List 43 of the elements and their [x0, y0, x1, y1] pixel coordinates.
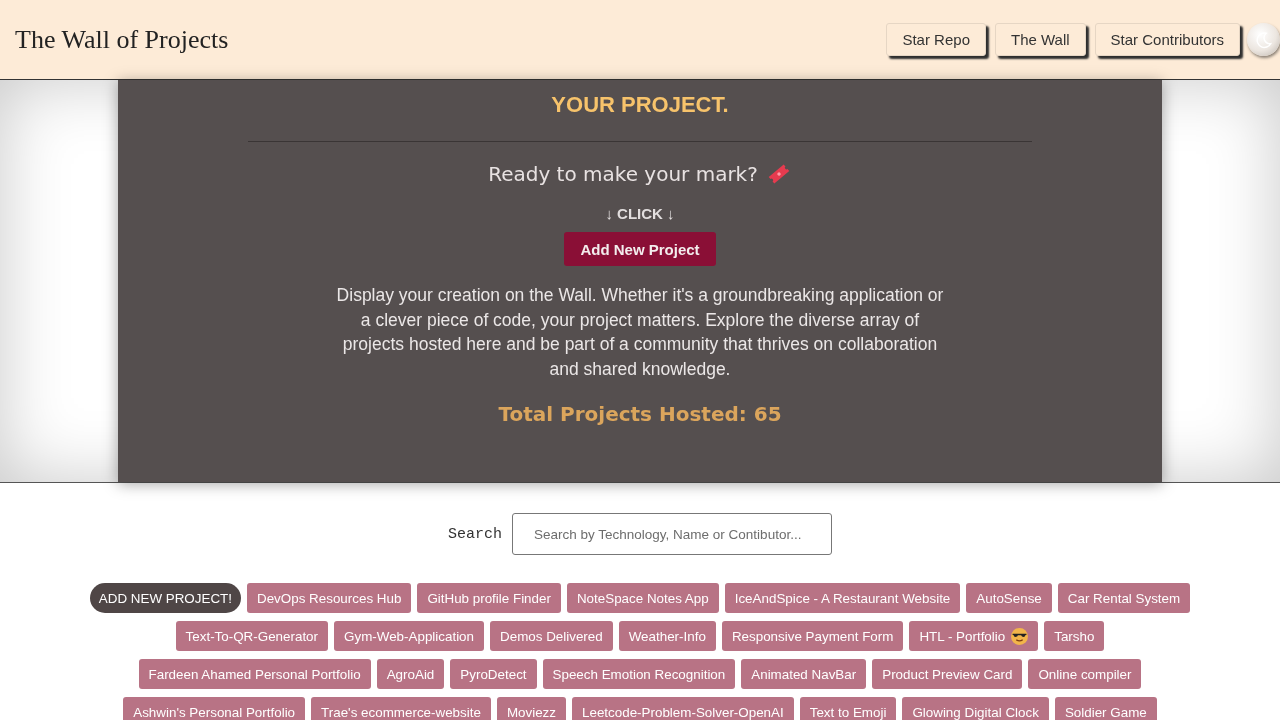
project-tag[interactable]: Leetcode-Problem-Solver-OpenAI — [572, 697, 794, 720]
prompt-text: Ready to make your mark? — [488, 162, 758, 186]
theme-toggle-button[interactable] — [1247, 23, 1280, 56]
project-tag[interactable]: Text-To-QR-Generator — [175, 621, 329, 652]
sunglasses-face-icon — [1011, 627, 1029, 645]
project-tag[interactable]: AutoSense — [966, 583, 1052, 614]
project-tag[interactable]: Moviezz — [496, 697, 566, 720]
nav-button[interactable]: The Wall — [995, 23, 1086, 56]
project-tag[interactable]: HTL - Portfolio — [909, 621, 1039, 652]
description-text: Display your creation on the Wall. Whether it's a groundbreaking application or a clever piece of code, your project matters. Explore the diverse array of projects hosted here and be part of a community that thrives on collaboration and shared knowledge. — [335, 284, 945, 381]
project-tag[interactable]: Animated NavBar — [741, 659, 867, 690]
project-tag[interactable]: Fardeen Ahamed Personal Portfolio — [138, 659, 371, 690]
click-hint: ↓ CLICK ↓ — [605, 204, 675, 224]
project-tag[interactable]: Weather-Info — [618, 621, 716, 652]
project-tag[interactable]: Soldier Game — [1054, 697, 1157, 720]
project-tag[interactable]: AgroAid — [376, 659, 445, 690]
project-tag[interactable]: Speech Emotion Recognition — [542, 659, 736, 690]
nav-button[interactable]: Star Contributors — [1094, 23, 1240, 56]
project-tag[interactable]: Tarsho — [1044, 621, 1105, 652]
hero-heading: YOUR PROJECT. — [551, 92, 729, 118]
project-tag[interactable]: Gym-Web-Application — [334, 621, 484, 652]
project-tag[interactable]: Trae's ecommerce-website — [311, 697, 491, 720]
project-tag[interactable]: Product Preview Card — [872, 659, 1023, 690]
project-tag[interactable]: Demos Delivered — [490, 621, 613, 652]
project-tag[interactable]: Responsive Payment Form — [721, 621, 904, 652]
project-tag[interactable]: Online compiler — [1028, 659, 1142, 690]
project-tag[interactable]: Ashwin's Personal Portfolio — [123, 697, 306, 720]
add-project-button[interactable]: Add New Project — [564, 232, 716, 266]
nav-button[interactable]: Star Repo — [886, 23, 986, 56]
project-tag[interactable]: PyroDetect — [450, 659, 537, 690]
project-tag[interactable]: NoteSpace Notes App — [566, 583, 719, 614]
project-tag[interactable]: DevOps Resources Hub — [247, 583, 412, 614]
project-tag[interactable]: Glowing Digital Clock — [902, 697, 1049, 720]
project-tag[interactable]: GitHub profile Finder — [417, 583, 561, 614]
project-tag[interactable]: IceAndSpice - A Restaurant Website — [724, 583, 961, 614]
site-title: The Wall of Projects — [15, 24, 229, 55]
search-label: Search — [448, 525, 502, 543]
project-tag[interactable]: Text to Emoji — [799, 697, 897, 720]
project-tag[interactable]: Car Rental System — [1057, 583, 1191, 614]
moon-icon — [1254, 30, 1273, 49]
search-field[interactable]: Search by Technology, Name or Contibutor... — [512, 513, 832, 556]
total-projects-text: Total Projects Hosted: 65 — [498, 401, 782, 429]
add-project-chip[interactable]: ADD NEW PROJECT! — [89, 583, 241, 614]
